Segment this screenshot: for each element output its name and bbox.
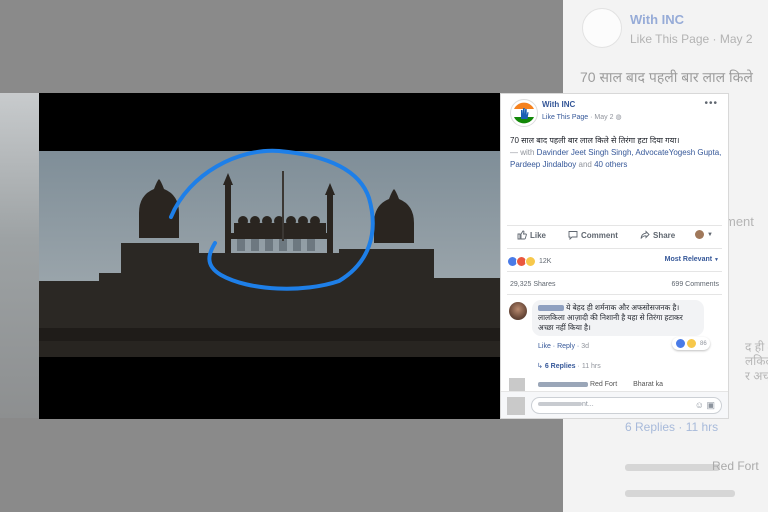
comment-icon — [568, 231, 578, 240]
comment-2-text-a: Red Fort — [589, 381, 618, 388]
more-options-icon[interactable]: ••• — [704, 98, 718, 109]
background-page-sub: Like This Page · May 2 — [630, 32, 753, 46]
comment-reply-link[interactable]: Reply — [557, 343, 575, 350]
like-button[interactable]: Like — [517, 230, 546, 240]
commenter-name-blurred[interactable] — [538, 305, 564, 312]
replies-time: 11 hrs — [581, 363, 601, 370]
red-fort-photo — [39, 148, 500, 357]
shares-count[interactable]: 29,325 Shares — [510, 281, 556, 288]
sticker-icon[interactable]: ▣ — [706, 400, 715, 410]
haha-reaction-icon — [686, 338, 697, 349]
facebook-post-panel: With INC Like This Page · May 2 ◍ ••• 70… — [500, 93, 729, 419]
share-label: Share — [653, 230, 676, 240]
replies-count: 6 Replies — [544, 363, 576, 370]
write-comment-row: nt... ☺ ▣ — [501, 391, 728, 418]
comment-like-link[interactable]: Like — [538, 343, 551, 350]
background-red-fort: Red Fort — [712, 459, 759, 473]
blurred-name — [538, 381, 588, 387]
inc-hand-icon — [514, 102, 534, 124]
sort-label: Most Relevant — [664, 256, 713, 263]
like-reaction-icon — [675, 338, 686, 349]
view-replies-link[interactable]: ↳ 6 Replies · 11 hrs — [537, 362, 601, 370]
background-post-text: 70 साल बाद पहली बार लाल किले — [580, 69, 753, 85]
input-icons: ☺ ▣ — [695, 400, 715, 411]
reactions-summary[interactable]: 12K — [507, 256, 551, 267]
comment-input[interactable]: nt... ☺ ▣ — [531, 397, 722, 414]
comment-time[interactable]: 3d — [581, 343, 589, 350]
haha-reaction-icon — [525, 256, 536, 267]
post-main-text: 70 साल बाद पहली बार लाल किले से तिरंगा ह… — [510, 136, 680, 145]
commenter-avatar[interactable] — [509, 302, 527, 320]
background-page-name: With INC — [630, 12, 685, 27]
post-actions: Like Comment Share ▼ — [501, 230, 728, 244]
share-icon — [640, 230, 650, 239]
comment-reactions[interactable]: 86 — [672, 337, 710, 350]
background-replies: 6 Replies · 11 hrs — [625, 420, 719, 434]
divider — [507, 271, 722, 272]
like-label: Like — [530, 230, 547, 240]
with-prefix: — with — [510, 148, 537, 157]
background-blur-bar — [625, 464, 720, 471]
and-label: and — [576, 160, 595, 169]
background-comment-label: ment — [725, 214, 754, 229]
emoji-icon[interactable]: ☺ — [695, 400, 704, 410]
comment-reaction-count: 86 — [700, 340, 707, 347]
comment-2-text-b: Bharat ka — [633, 381, 664, 388]
comment-2-preview: Red Fort Bharat ka — [538, 381, 663, 388]
sort-dropdown[interactable]: Most Relevant ▼ — [665, 256, 719, 263]
divider — [507, 248, 722, 249]
video-player[interactable] — [39, 93, 500, 419]
divider — [507, 225, 722, 226]
chevron-down-icon: ▼ — [707, 231, 713, 238]
profile-thumb-icon — [695, 230, 704, 239]
background-page-avatar — [582, 8, 622, 48]
comment-button[interactable]: Comment — [568, 230, 618, 240]
comment-placeholder: nt... — [582, 401, 594, 408]
post-date[interactable]: May 2 — [594, 114, 613, 121]
share-button[interactable]: Share — [640, 230, 675, 240]
inc-logo-avatar[interactable] — [510, 99, 538, 127]
post-meta: Like This Page · May 2 ◍ — [542, 114, 622, 121]
current-user-avatar — [507, 397, 525, 415]
post-text: 70 साल बाद पहली बार लाल किले से तिरंगा ह… — [510, 135, 722, 171]
thumbs-up-icon — [517, 230, 527, 240]
background-hindi-3: र अच् — [745, 369, 768, 383]
audience-selector[interactable]: ▼ — [695, 230, 713, 239]
blurred-placeholder — [538, 402, 582, 407]
background-photo-edge — [0, 93, 40, 418]
comment-label: Comment — [581, 230, 618, 240]
others-link[interactable]: 40 others — [594, 160, 627, 169]
divider — [507, 294, 722, 295]
comment-bubble: ये बेहद ही शर्मनाक और अफसोसजनक है। लालकि… — [532, 300, 704, 336]
chevron-down-icon: ▼ — [714, 257, 719, 263]
comment-meta: Like · Reply · 3d — [538, 343, 590, 350]
page-name-link[interactable]: With INC — [542, 100, 575, 109]
reaction-count: 12K — [539, 258, 552, 265]
like-page-link[interactable]: Like This Page — [542, 114, 588, 121]
background-blur-bar — [625, 490, 735, 497]
reply-arrow-icon: ↳ — [537, 363, 543, 370]
comments-count[interactable]: 699 Comments — [672, 281, 719, 288]
globe-icon: ◍ — [615, 114, 622, 121]
